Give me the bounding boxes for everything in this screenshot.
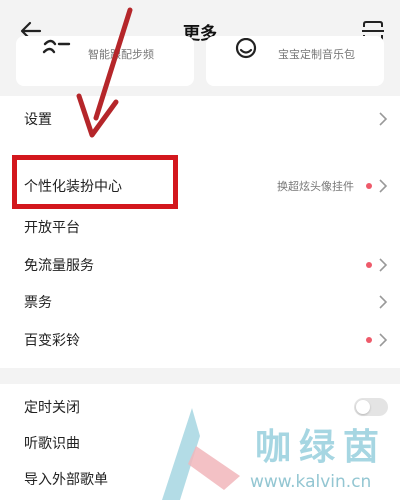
notice-dot: [366, 262, 372, 268]
chevron-right-icon: [379, 295, 388, 309]
chevron-right-icon: [379, 258, 388, 272]
chevron-right-icon: [379, 333, 388, 347]
notice-dot: [366, 337, 372, 343]
feature-card-baby-music[interactable]: 宝宝定制音乐包: [206, 36, 384, 86]
baby-icon: [235, 38, 257, 59]
running-icon: [42, 39, 71, 54]
notice-dot: [366, 183, 372, 189]
sleep-timer-toggle[interactable]: [354, 398, 388, 416]
menu-item-free-data[interactable]: 免流量服务: [0, 246, 400, 282]
watermark-url: www.kalvin.cn: [250, 472, 372, 492]
feature-card-label: 宝宝定制音乐包: [278, 48, 355, 61]
menu-item-label: 设置: [24, 112, 52, 128]
menu-item-label: 开放平台: [24, 220, 80, 236]
menu-item-label: 免流量服务: [24, 258, 94, 274]
menu-item-ringtone[interactable]: 百变彩铃: [0, 321, 400, 357]
menu-item-label: 百变彩铃: [24, 333, 80, 349]
watermark-logo: [162, 408, 240, 500]
menu-item-label: 个性化装扮中心: [24, 179, 122, 195]
menu-item-label: 导入外部歌单: [24, 472, 108, 488]
feature-card-label: 智能跟配步频: [88, 48, 154, 61]
menu-item-label: 票务: [24, 295, 52, 311]
chevron-right-icon: [379, 112, 388, 126]
menu-item-open-platform[interactable]: 开放平台: [0, 208, 400, 244]
menu-item-settings[interactable]: 设置: [0, 100, 400, 136]
feature-card-running[interactable]: 智能跟配步频: [16, 36, 194, 86]
chevron-right-icon: [379, 179, 388, 193]
watermark-text: 咖绿茵: [255, 427, 388, 468]
menu-item-decoration-center[interactable]: 个性化装扮中心 换超炫头像挂件: [0, 167, 400, 203]
menu-item-tickets[interactable]: 票务: [0, 283, 400, 319]
toggle-knob: [356, 400, 370, 414]
menu-group-main: 设置 个性化装扮中心 换超炫头像挂件 开放平台 免流量服务 票务 百变彩铃: [0, 96, 400, 368]
menu-item-label: 听歌识曲: [24, 436, 80, 452]
menu-item-label: 定时关闭: [24, 400, 80, 416]
menu-item-hint: 换超炫头像挂件: [277, 180, 354, 193]
